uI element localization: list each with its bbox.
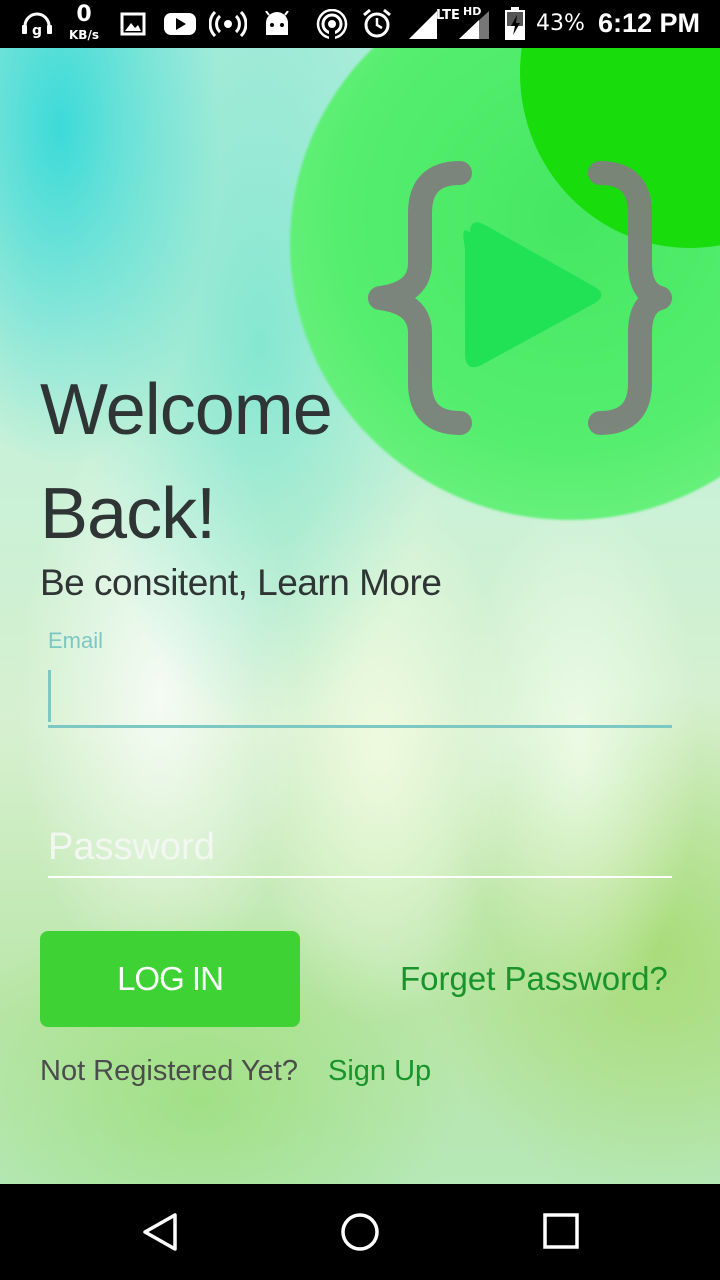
svg-text:g: g — [32, 23, 42, 38]
forgot-password-link[interactable]: Forget Password? — [400, 960, 668, 998]
login-button[interactable]: LOG IN — [40, 931, 300, 1027]
recents-icon[interactable] — [542, 1212, 582, 1252]
page-subtitle: Be consitent, Learn More — [40, 562, 442, 603]
gallery-icon — [118, 8, 148, 40]
headset-signal-icon: g — [18, 8, 56, 40]
back-icon[interactable] — [140, 1212, 180, 1252]
text-cursor — [48, 670, 51, 722]
battery-icon — [502, 7, 528, 40]
status-bar: g 0 KB/s LTE HD 43% 6:12 PM — [0, 0, 720, 48]
alarm-icon — [360, 8, 394, 40]
title-line-2: Back! — [40, 474, 216, 554]
clock: 6:12 PM — [598, 8, 701, 38]
data-speed-unit: KB/s — [69, 28, 99, 42]
login-screen: Welcome Back! Be consitent, Learn More E… — [0, 48, 720, 1184]
title-line-1: Welcome — [40, 370, 333, 450]
android-icon — [262, 8, 292, 40]
password-field[interactable] — [48, 818, 672, 878]
data-speed-value: 0 — [76, 2, 92, 27]
navigation-bar — [0, 1184, 720, 1280]
page-title: Welcome Back! — [40, 358, 440, 566]
youtube-icon — [162, 8, 198, 40]
home-icon[interactable] — [340, 1212, 380, 1252]
battery-percentage: 43% — [536, 11, 585, 36]
signal-icon-2 — [452, 8, 492, 40]
email-field[interactable] — [48, 664, 672, 728]
hotspot-icon — [208, 8, 248, 40]
email-label: Email — [48, 628, 104, 653]
sign-up-link[interactable]: Sign Up — [328, 1055, 431, 1088]
not-registered-text: Not Registered Yet? — [40, 1055, 298, 1087]
cast-icon — [314, 8, 350, 40]
